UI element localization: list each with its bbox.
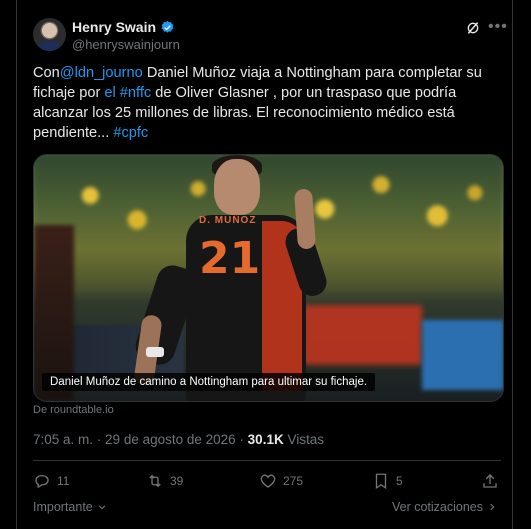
tweet-time[interactable]: 7:05 a. m. [33, 432, 93, 447]
ad-board [302, 305, 422, 365]
repost-count: 39 [170, 474, 184, 488]
author-display-name[interactable]: Henry Swain [72, 19, 156, 35]
tweet-media-image[interactable]: D. MUÑOZ 21 Daniel Muñoz de camino a Not… [33, 154, 504, 402]
media-caption: Daniel Muñoz de camino a Nottingham para… [42, 373, 376, 391]
separator: · [235, 432, 248, 447]
repost-icon [149, 474, 161, 488]
grok-icon[interactable] [465, 20, 481, 36]
jersey-name: D. MUÑOZ [199, 215, 257, 226]
important-label: Importante [33, 500, 93, 514]
action-bar: 11 39 275 5 [33, 472, 501, 492]
views-count: 30.1K [247, 432, 284, 447]
jersey-number: 21 [199, 233, 261, 284]
bookmark-button[interactable]: 5 [372, 472, 403, 490]
tweet-text: Con@ldn_journo Daniel Muñoz viaja a Nott… [33, 63, 501, 143]
reply-icon [35, 475, 49, 489]
tweet-date[interactable]: 29 de agosto de 2026 [105, 432, 236, 447]
avatar[interactable] [33, 18, 66, 51]
share-icon [483, 474, 497, 488]
like-count: 275 [283, 474, 304, 488]
like-icon [260, 474, 276, 488]
reply-button[interactable]: 11 [33, 472, 69, 490]
hashtag-link[interactable]: #cpfc [113, 125, 148, 141]
views-label: Vistas [287, 432, 324, 447]
author-handle[interactable]: @henryswainjourn [72, 37, 180, 52]
verified-badge-icon [161, 20, 174, 33]
quotes-label: Ver cotizaciones [391, 500, 483, 514]
ad-board [422, 320, 503, 390]
tweet-text-part: Con [33, 65, 60, 81]
important-toggle[interactable]: Importante [33, 500, 107, 514]
view-quotes-link[interactable]: Ver cotizaciones [392, 500, 497, 514]
repost-button[interactable]: 39 [146, 472, 183, 490]
mention-link[interactable]: @ldn_journo [60, 65, 143, 81]
chevron-down-icon [98, 505, 106, 510]
bookmark-icon [375, 473, 387, 490]
tweet-meta: 7:05 a. m. · 29 de agosto de 2026 · 30.1… [33, 432, 324, 447]
like-button[interactable]: 275 [259, 472, 303, 490]
divider [33, 460, 501, 461]
share-button[interactable] [481, 472, 499, 490]
more-icon[interactable]: ••• [488, 19, 508, 35]
hashtag-link[interactable]: el #nffc [104, 85, 151, 101]
reply-count: 11 [57, 474, 70, 488]
media-source[interactable]: De roundtable.io [33, 404, 114, 416]
separator: · [93, 432, 106, 447]
bookmark-count: 5 [396, 474, 403, 488]
author-name-row[interactable]: Henry Swain [72, 19, 175, 35]
chevron-right-icon [490, 503, 495, 511]
